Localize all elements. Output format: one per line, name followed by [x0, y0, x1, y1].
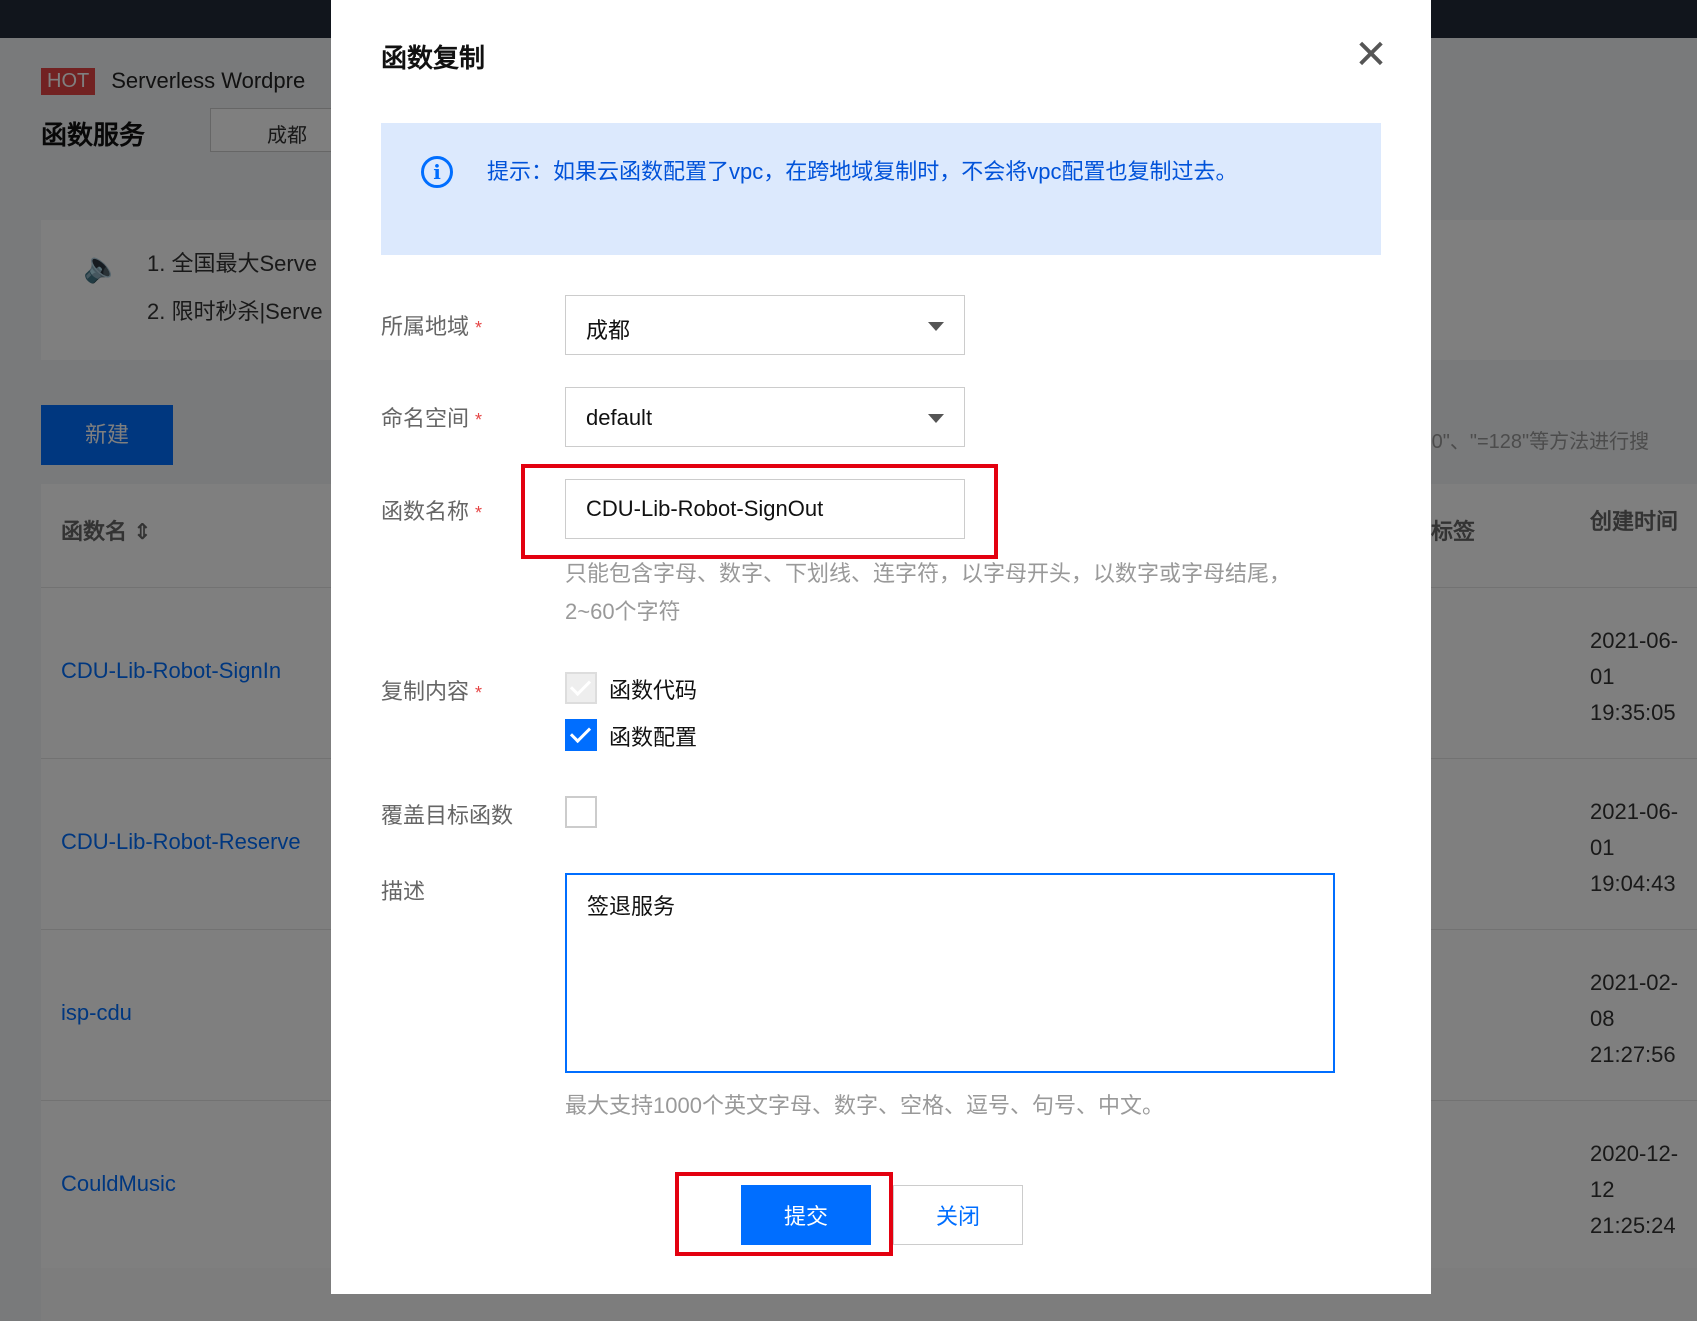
dialog-title: 函数复制 — [381, 43, 486, 73]
check-icon — [569, 721, 592, 744]
submit-button[interactable]: 提交 — [741, 1185, 871, 1245]
tip-banner: i 提示：如果云函数配置了vpc，在跨地域复制时，不会将vpc配置也复制过去。 — [381, 123, 1381, 255]
region-select-value: 成都 — [586, 318, 631, 343]
check-icon — [569, 674, 592, 697]
chevron-down-icon — [928, 322, 944, 331]
description-textarea[interactable]: 签退服务 — [565, 873, 1335, 1073]
copy-config-label: 函数配置 — [609, 725, 698, 750]
required-mark: * — [475, 683, 483, 703]
close-button[interactable]: 关闭 — [893, 1185, 1023, 1245]
function-name-help: 只能包含字母、数字、下划线、连字符，以字母开头，以数字或字母结尾，2~60个字符 — [565, 561, 1292, 624]
namespace-select[interactable]: default — [565, 387, 965, 447]
function-name-label: 函数名称 * — [381, 499, 483, 524]
tip-text: 提示：如果云函数配置了vpc，在跨地域复制时，不会将vpc配置也复制过去。 — [487, 159, 1238, 184]
copy-config-checkbox[interactable] — [565, 719, 597, 751]
chevron-down-icon — [928, 414, 944, 423]
region-label: 所属地域 * — [381, 314, 483, 339]
copy-code-label: 函数代码 — [609, 678, 698, 703]
overwrite-checkbox[interactable] — [565, 796, 597, 828]
highlight-box-function-name — [521, 464, 998, 559]
copy-function-dialog: 函数复制 ✕ i 提示：如果云函数配置了vpc，在跨地域复制时，不会将vpc配置… — [331, 0, 1431, 1294]
description-label: 描述 — [381, 879, 426, 904]
required-mark: * — [475, 410, 483, 430]
overwrite-label: 覆盖目标函数 — [381, 803, 514, 828]
namespace-label: 命名空间 * — [381, 406, 483, 431]
close-icon[interactable]: ✕ — [1351, 35, 1391, 75]
required-mark: * — [475, 503, 483, 523]
copy-code-checkbox[interactable] — [565, 672, 597, 704]
namespace-select-value: default — [586, 405, 653, 430]
region-select[interactable]: 成都 — [565, 295, 965, 355]
description-help: 最大支持1000个英文字母、数字、空格、逗号、句号、中文。 — [565, 1093, 1164, 1118]
required-mark: * — [475, 318, 483, 338]
info-icon: i — [421, 156, 453, 188]
copy-content-label: 复制内容 * — [381, 679, 483, 704]
